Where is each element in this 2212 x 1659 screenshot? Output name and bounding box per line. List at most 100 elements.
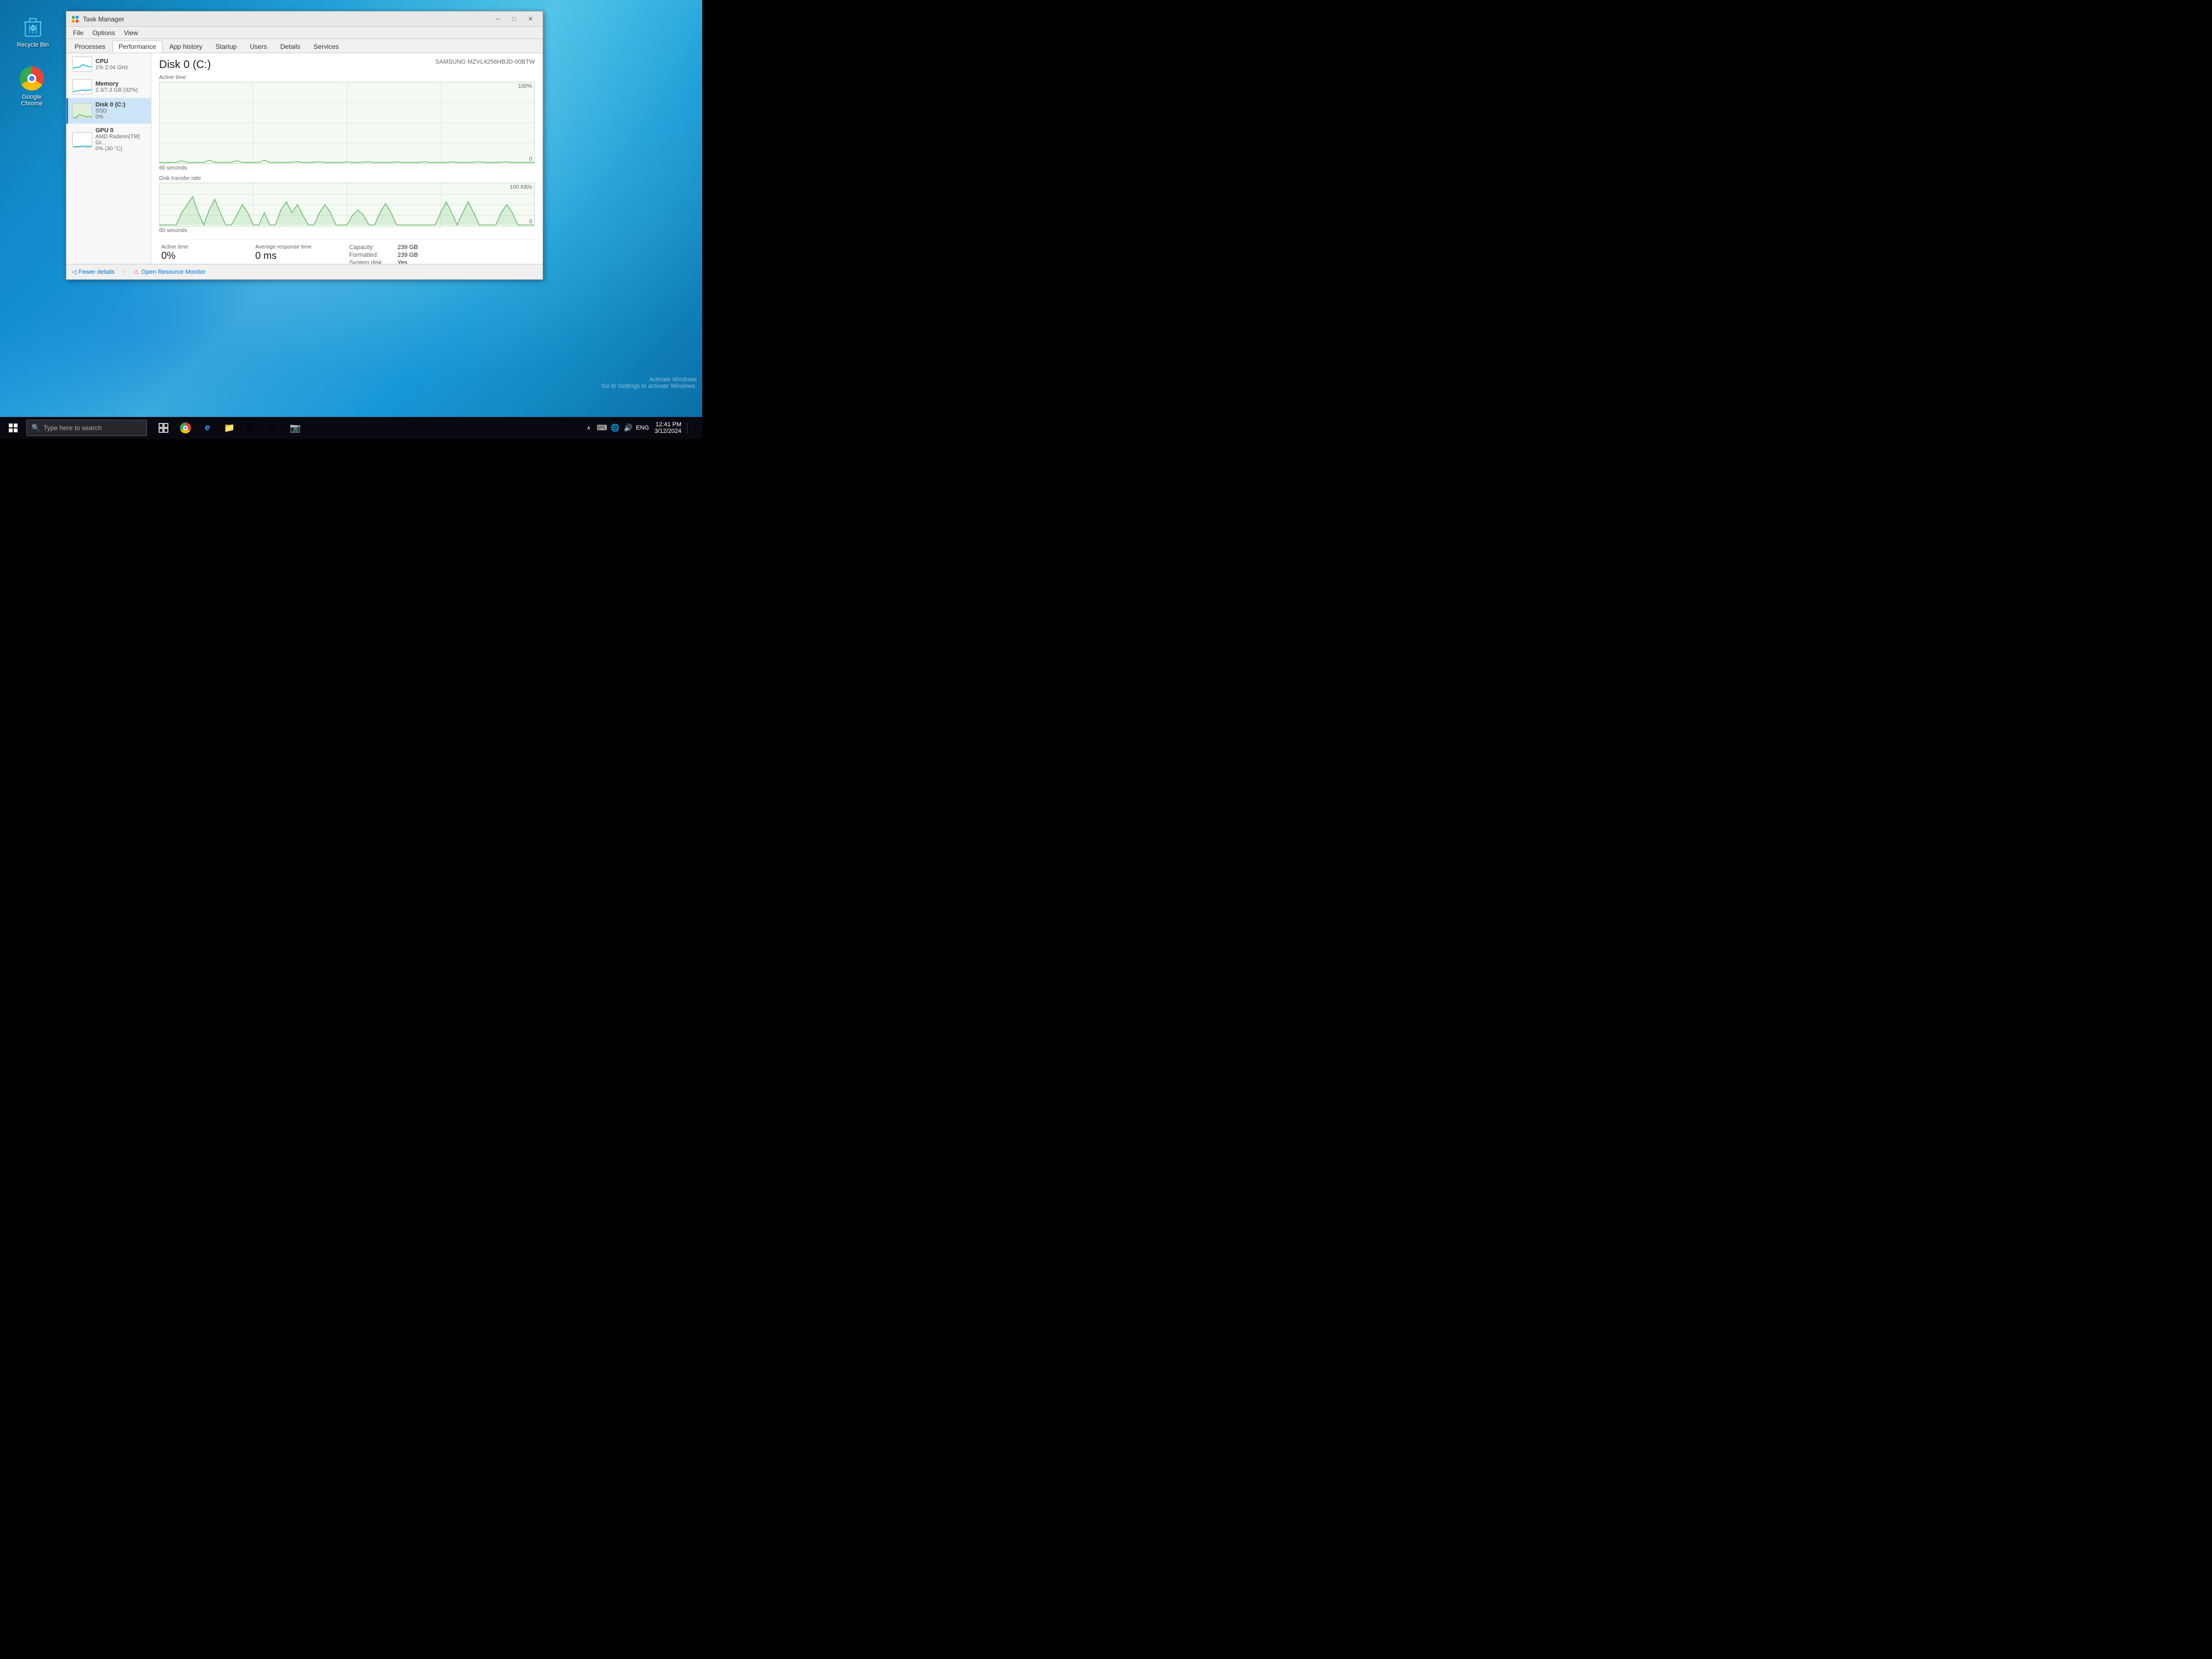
stat-avg-response: Average response time 0 ms <box>253 243 347 264</box>
taskbar-mail[interactable]: ✉ <box>263 418 283 438</box>
sidebar-item-cpu[interactable]: CPU 1% 2.04 GHz <box>66 53 151 76</box>
task-manager-icon <box>71 15 80 24</box>
panel-header: Disk 0 (C:) SAMSUNG MZVL4256HBJD-00BTW <box>159 59 535 71</box>
taskbar: 🔍 Type here to search e 📁 🛍 ✉ 📷 <box>0 417 702 439</box>
memory-name: Memory <box>95 81 146 87</box>
avg-response-value: 0 ms <box>255 250 345 262</box>
system-disk-label: System disk: <box>349 259 393 264</box>
desktop-icon-recycle-bin[interactable]: ♻ Recycle Bin <box>11 11 55 50</box>
close-button[interactable]: ✕ <box>523 13 538 25</box>
taskbar-camera[interactable]: 📷 <box>285 418 305 438</box>
open-resource-monitor-link[interactable]: ⚠ Open Resource Monitor <box>134 268 206 275</box>
system-disk-value: Yes <box>398 259 408 264</box>
avg-response-label: Average response time <box>255 244 345 250</box>
disk-mini-graph <box>72 103 92 119</box>
panel-title: Disk 0 (C:) <box>159 59 211 71</box>
panel-device: SAMSUNG MZVL4256HBJD-00BTW <box>435 59 535 65</box>
capacity-value: 239 GB <box>398 244 418 251</box>
desktop-icon-google-chrome[interactable]: Google Chrome <box>10 63 54 109</box>
tray-date-value: 3/12/2024 <box>654 428 681 435</box>
resource-monitor-icon: ⚠ <box>134 268 139 275</box>
tray-clock[interactable]: 12:41 PM 3/12/2024 <box>652 421 684 435</box>
tab-processes[interactable]: Processes <box>69 41 111 53</box>
maximize-button[interactable]: □ <box>506 13 522 25</box>
sidebar-item-disk[interactable]: Disk 0 (C:) SSD 0% <box>66 98 151 124</box>
tab-details[interactable]: Details <box>274 41 307 53</box>
graph-time-2: 60 seconds <box>159 228 535 234</box>
active-time-graph: 100% 0 <box>159 82 535 164</box>
task-view-button[interactable] <box>154 418 173 438</box>
window-controls: ─ □ ✕ <box>490 13 538 25</box>
sidebar-item-gpu[interactable]: GPU 0 AMD Radeon(TM) Gr... 0% (30 °C) <box>66 124 151 156</box>
stat-active-time: Active time 0% <box>159 243 253 263</box>
fewer-details-link[interactable]: ◁ Fewer details <box>72 268 115 275</box>
taskbar-right: ∧ ⌨ 🌐 🔊 ENG 12:41 PM 3/12/2024 <box>583 421 700 435</box>
taskbar-store[interactable]: 🛍 <box>241 418 261 438</box>
gpu-name: GPU 0 <box>95 127 146 134</box>
tray-time-value: 12:41 PM <box>656 421 681 428</box>
disk-transfer-graph: 100 KB/s 0 <box>159 183 535 227</box>
show-desktop-button[interactable] <box>687 422 698 433</box>
tray-language: ENG <box>636 425 649 431</box>
performance-panel: Disk 0 (C:) SAMSUNG MZVL4256HBJD-00BTW A… <box>151 53 543 264</box>
memory-mini-graph <box>72 79 92 94</box>
cpu-name: CPU <box>95 58 146 65</box>
sidebar-item-memory[interactable]: Memory 2.3/7.3 GB (32%) <box>66 76 151 98</box>
chrome-label: Google Chrome <box>12 94 52 107</box>
chrome-icon <box>19 65 45 92</box>
menu-options[interactable]: Options <box>88 28 119 38</box>
title-bar: Task Manager ─ □ ✕ <box>66 12 543 27</box>
tab-startup[interactable]: Startup <box>210 41 243 53</box>
tray-network[interactable]: 🌐 <box>610 422 620 433</box>
disk-sub: SSD <box>95 108 146 114</box>
tray-keyboard[interactable]: ⌨ <box>596 422 607 433</box>
performance-sidebar: CPU 1% 2.04 GHz Memory <box>66 53 151 264</box>
start-button[interactable] <box>2 417 24 439</box>
menu-file[interactable]: File <box>69 28 88 38</box>
fewer-details-icon: ◁ <box>72 268 76 275</box>
main-content: CPU 1% 2.04 GHz Memory <box>66 53 543 264</box>
desktop: ♻ Recycle Bin Google Chrome Activate Win… <box>0 0 702 417</box>
disk-pct: 0% <box>95 114 146 120</box>
taskbar-center: e 📁 🛍 ✉ 📷 <box>154 418 305 438</box>
memory-sub: 2.3/7.3 GB (32%) <box>95 87 146 93</box>
gpu-sub: AMD Radeon(TM) Gr... <box>95 134 146 146</box>
tab-services[interactable]: Services <box>308 41 345 53</box>
active-time-stat-label: Active time <box>161 244 251 250</box>
footer-separator: | <box>123 269 125 275</box>
gpu-pct: 0% (30 °C) <box>95 146 146 152</box>
tab-performance[interactable]: Performance <box>112 41 162 53</box>
graph-bottom-pct: 100 KB/s <box>510 184 532 190</box>
disk-name: Disk 0 (C:) <box>95 101 146 108</box>
menu-view[interactable]: View <box>120 28 143 38</box>
active-time-stat-value: 0% <box>161 250 251 262</box>
capacity-label: Capacity: <box>349 244 393 251</box>
activate-watermark: Activate Windows Go to Settings to activ… <box>601 376 697 390</box>
graph-bottom-zero: 0 <box>529 219 532 225</box>
stats-grid: Active time 0% Read speed 0 KB/s <box>159 239 535 264</box>
recycle-bin-icon: ♻ <box>20 13 46 40</box>
tab-bar: Processes Performance App history Startu… <box>66 39 543 53</box>
graph-top-zero: 0 <box>529 156 532 162</box>
search-icon: 🔍 <box>31 424 40 432</box>
minimize-button[interactable]: ─ <box>490 13 505 25</box>
tray-volume[interactable]: 🔊 <box>623 422 634 433</box>
graph-time-1: 60 seconds <box>159 165 535 171</box>
taskbar-chrome[interactable] <box>176 418 195 438</box>
window-title: Task Manager <box>83 15 490 23</box>
tab-users[interactable]: Users <box>244 41 273 53</box>
system-tray: ∧ ⌨ 🌐 🔊 ENG <box>583 422 649 433</box>
search-bar[interactable]: 🔍 Type here to search <box>26 420 147 436</box>
tray-chevron[interactable]: ∧ <box>583 422 594 433</box>
taskbar-file-explorer[interactable]: 📁 <box>219 418 239 438</box>
tab-app-history[interactable]: App history <box>163 41 208 53</box>
task-manager-window: Task Manager ─ □ ✕ File Options View Pro… <box>66 11 543 280</box>
cpu-mini-graph <box>72 57 92 72</box>
stat-disk-info: Capacity: 239 GB Formatted: 239 GB Syste… <box>347 243 535 264</box>
cpu-sub: 1% 2.04 GHz <box>95 65 146 71</box>
taskbar-edge[interactable]: e <box>198 418 217 438</box>
active-time-label: Active time <box>159 75 535 81</box>
formatted-label: Formatted: <box>349 252 393 258</box>
svg-text:♻: ♻ <box>30 24 37 32</box>
task-manager-footer: ◁ Fewer details | ⚠ Open Resource Monito… <box>66 264 543 279</box>
